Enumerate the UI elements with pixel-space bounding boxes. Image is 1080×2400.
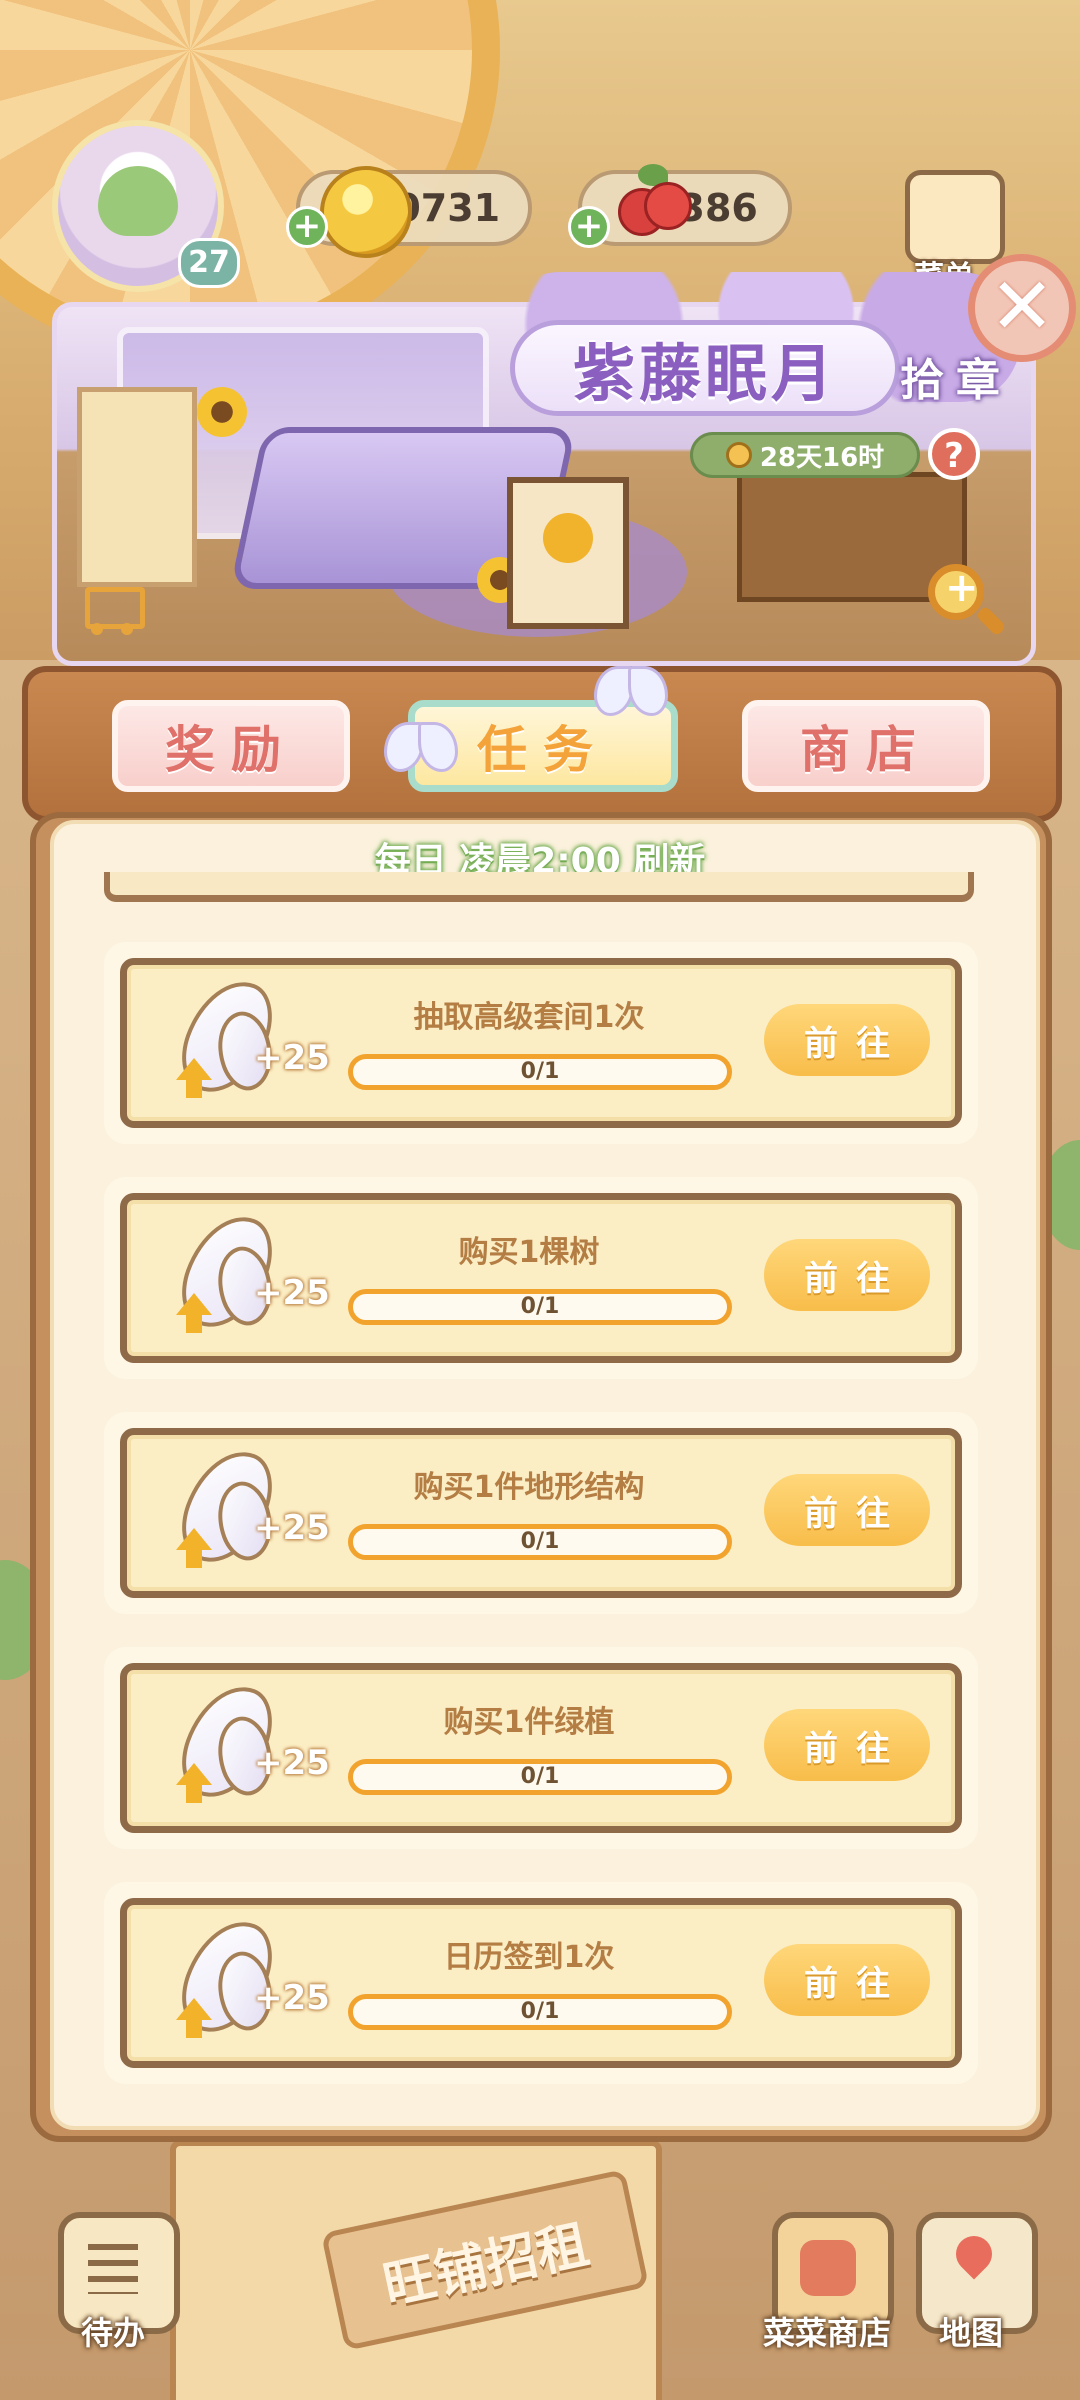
reward-amount: +25: [254, 1508, 330, 1548]
add-berries-icon[interactable]: +: [568, 206, 610, 248]
go-button[interactable]: 前往: [764, 1474, 930, 1546]
butterfly-icon: [594, 666, 668, 726]
task-name: 购买1棵树: [458, 1235, 600, 1270]
task-progress-text: 0/1: [520, 1529, 560, 1554]
reward-amount: +25: [254, 1978, 330, 2018]
coin-icon: [320, 166, 412, 258]
butterfly-icon: [384, 722, 458, 782]
task-card: +25 购买1棵树 0/1 前往: [104, 1177, 978, 1379]
task-progress-bar: 0/1: [348, 1054, 732, 1090]
berry-icon: [612, 164, 692, 244]
todo-label: 待办: [80, 2314, 145, 2352]
task-progress-text: 0/1: [520, 1059, 560, 1084]
task-progress-text: 0/1: [520, 1999, 560, 2024]
player-level-badge: 27: [178, 238, 240, 288]
go-button[interactable]: 前往: [764, 1239, 930, 1311]
tab-shop[interactable]: 商店: [742, 700, 990, 792]
clock-icon: [725, 442, 752, 468]
event-title-plate: 紫藤眠月: [510, 320, 900, 416]
go-button[interactable]: 前往: [764, 1004, 930, 1076]
go-button[interactable]: 前往: [764, 1944, 930, 2016]
cart-icon[interactable]: [75, 577, 145, 637]
task-name: 抽取高级套间1次: [413, 1000, 645, 1035]
caicai-shop-label: 菜菜商店: [762, 2314, 891, 2352]
todo-button[interactable]: 待办: [48, 2212, 180, 2362]
menu-icon: [905, 170, 1005, 264]
task-progress-bar: 0/1: [348, 1524, 732, 1560]
event-title-text: 紫藤眠月: [572, 337, 837, 410]
task-card: +25 购买1件地形结构 0/1 前往: [104, 1412, 978, 1614]
zoom-in-icon[interactable]: [928, 564, 1008, 644]
task-card-partial: [104, 872, 974, 902]
add-coins-icon[interactable]: +: [286, 206, 328, 248]
tab-rewards[interactable]: 奖励: [112, 700, 350, 792]
task-card: +25 日历签到1次 0/1 前往: [104, 1882, 978, 2084]
task-progress-text: 0/1: [520, 1764, 560, 1789]
flower-shelf: [77, 387, 197, 587]
help-icon[interactable]: ?: [928, 428, 980, 480]
task-progress-bar: 0/1: [348, 1759, 732, 1795]
painting-easel: [507, 477, 629, 629]
berry-counter[interactable]: + 1386: [568, 164, 792, 248]
map-label: 地图: [938, 2314, 1003, 2352]
reward-amount: +25: [254, 1038, 330, 1078]
tab-bar: 奖励 任务 商店: [22, 666, 1062, 822]
event-timer-text: 28天16时: [759, 442, 885, 473]
task-progress-bar: 0/1: [348, 1289, 732, 1325]
task-progress-bar: 0/1: [348, 1994, 732, 2030]
caicai-shop-button[interactable]: 菜菜商店: [762, 2212, 894, 2362]
task-card: +25 抽取高级套间1次 0/1 前往: [104, 942, 978, 1144]
sunflower: [197, 387, 247, 437]
avatar-face: [98, 166, 178, 236]
task-name: 购买1件地形结构: [413, 1470, 645, 1505]
coin-counter[interactable]: + 50731: [286, 166, 532, 258]
map-button[interactable]: 地图: [906, 2212, 1038, 2362]
task-name: 日历签到1次: [443, 1940, 615, 1975]
event-timer: 28天16时: [690, 432, 920, 478]
task-name: 购买1件绿植: [443, 1705, 615, 1740]
task-progress-text: 0/1: [520, 1294, 560, 1319]
task-card: +25 购买1件绿植 0/1 前往: [104, 1647, 978, 1849]
reward-amount: +25: [254, 1273, 330, 1313]
reward-amount: +25: [254, 1743, 330, 1783]
close-icon[interactable]: ✕: [968, 254, 1076, 362]
go-button[interactable]: 前往: [764, 1709, 930, 1781]
